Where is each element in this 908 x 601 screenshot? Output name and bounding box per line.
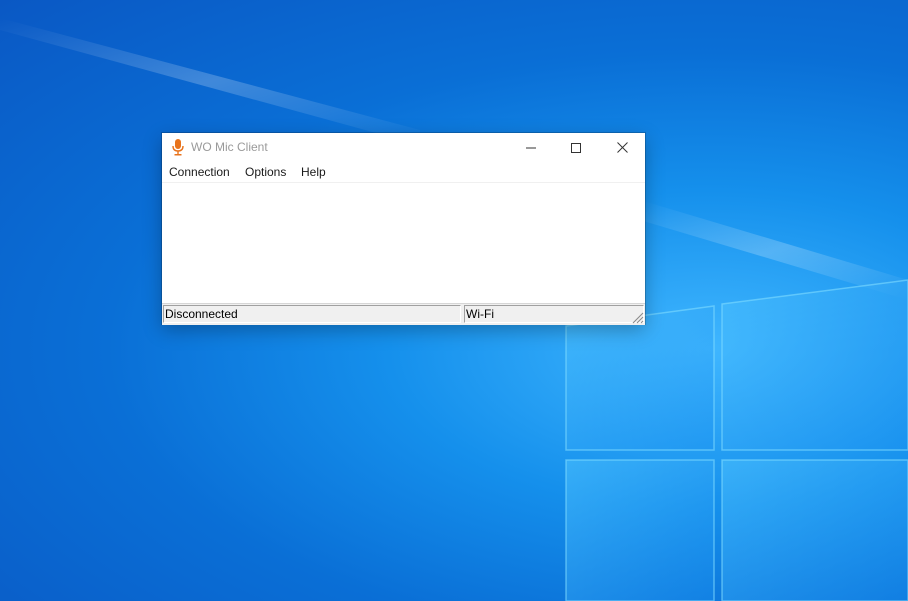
wo-mic-client-window: WO Mic Client Connection Options Help Di… (162, 133, 645, 325)
close-button[interactable] (599, 133, 645, 162)
window-title: WO Mic Client (191, 140, 268, 154)
menubar: Connection Options Help (162, 162, 645, 183)
maximize-button[interactable] (553, 133, 599, 162)
menu-options[interactable]: Options (245, 165, 286, 179)
menu-connection[interactable]: Connection (169, 165, 230, 179)
client-area (162, 183, 645, 303)
network-type: Wi-Fi (464, 305, 644, 323)
connection-status: Disconnected (163, 305, 461, 323)
close-icon (616, 142, 628, 153)
resize-grip-icon[interactable] (632, 312, 644, 324)
minimize-icon (526, 147, 536, 148)
titlebar[interactable]: WO Mic Client (162, 133, 645, 162)
microphone-icon (172, 139, 184, 156)
minimize-button[interactable] (508, 133, 554, 162)
menu-help[interactable]: Help (301, 165, 326, 179)
maximize-icon (571, 142, 581, 153)
desktop: WO Mic Client Connection Options Help Di… (0, 0, 908, 601)
statusbar: Disconnected Wi-Fi (162, 303, 645, 325)
